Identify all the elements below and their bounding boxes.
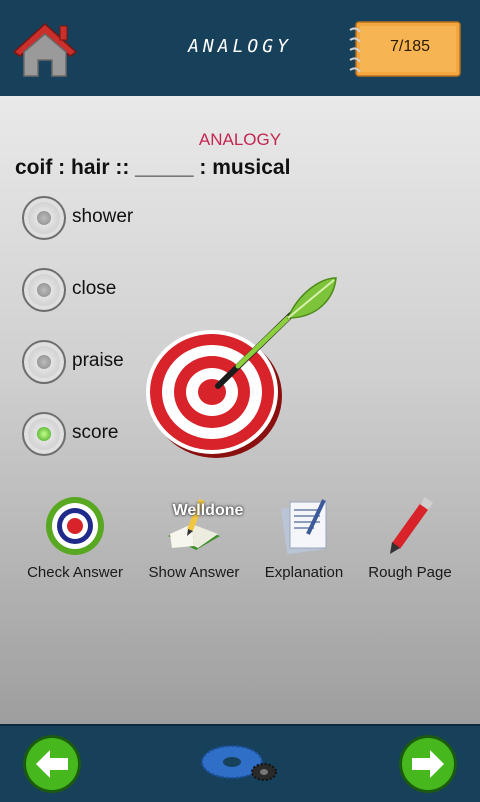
radio-button[interactable] — [22, 412, 66, 456]
dartboard-icon — [146, 277, 337, 458]
question-text: coif : hair :: _____ : musical — [15, 156, 291, 179]
home-icon — [12, 22, 78, 77]
arrow-right-icon — [399, 735, 457, 793]
option-label: praise — [72, 350, 124, 371]
document-pen-icon — [280, 499, 327, 555]
settings-button[interactable] — [200, 740, 280, 790]
tool-label: Show Answer — [148, 564, 240, 581]
feedback-text: Welldone — [172, 502, 244, 519]
option-shower[interactable]: shower — [22, 196, 222, 242]
question-counter: 7/185 — [389, 38, 431, 55]
radio-button[interactable] — [22, 268, 66, 312]
radio-button[interactable] — [22, 340, 66, 384]
target-icon — [46, 497, 104, 555]
tool-label: Rough Page — [368, 564, 452, 581]
subject-label: ANALOGY — [198, 130, 282, 149]
gear-icon — [201, 745, 277, 781]
check-answer-button[interactable]: Check Answer — [17, 496, 133, 586]
page-title: ANALOGY — [188, 36, 292, 57]
arrow-left-icon — [23, 735, 81, 793]
tool-label: Check Answer — [27, 564, 123, 581]
top-bar: ANALOGY 7/185 — [0, 0, 480, 98]
rough-page-button[interactable]: Rough Page — [352, 496, 468, 586]
home-button[interactable] — [12, 18, 78, 80]
explanation-button[interactable]: Explanation — [246, 496, 362, 586]
tool-label: Explanation — [264, 564, 344, 581]
radio-button[interactable] — [22, 196, 66, 240]
option-label: close — [72, 278, 117, 299]
pencil-icon — [390, 497, 434, 554]
previous-button[interactable] — [22, 734, 82, 794]
option-label: shower — [72, 206, 134, 227]
bottom-bar — [0, 724, 480, 802]
option-label: score — [72, 422, 119, 443]
next-button[interactable] — [398, 734, 458, 794]
quiz-panel: ANALOGY coif : hair :: _____ : musical s… — [0, 96, 480, 724]
